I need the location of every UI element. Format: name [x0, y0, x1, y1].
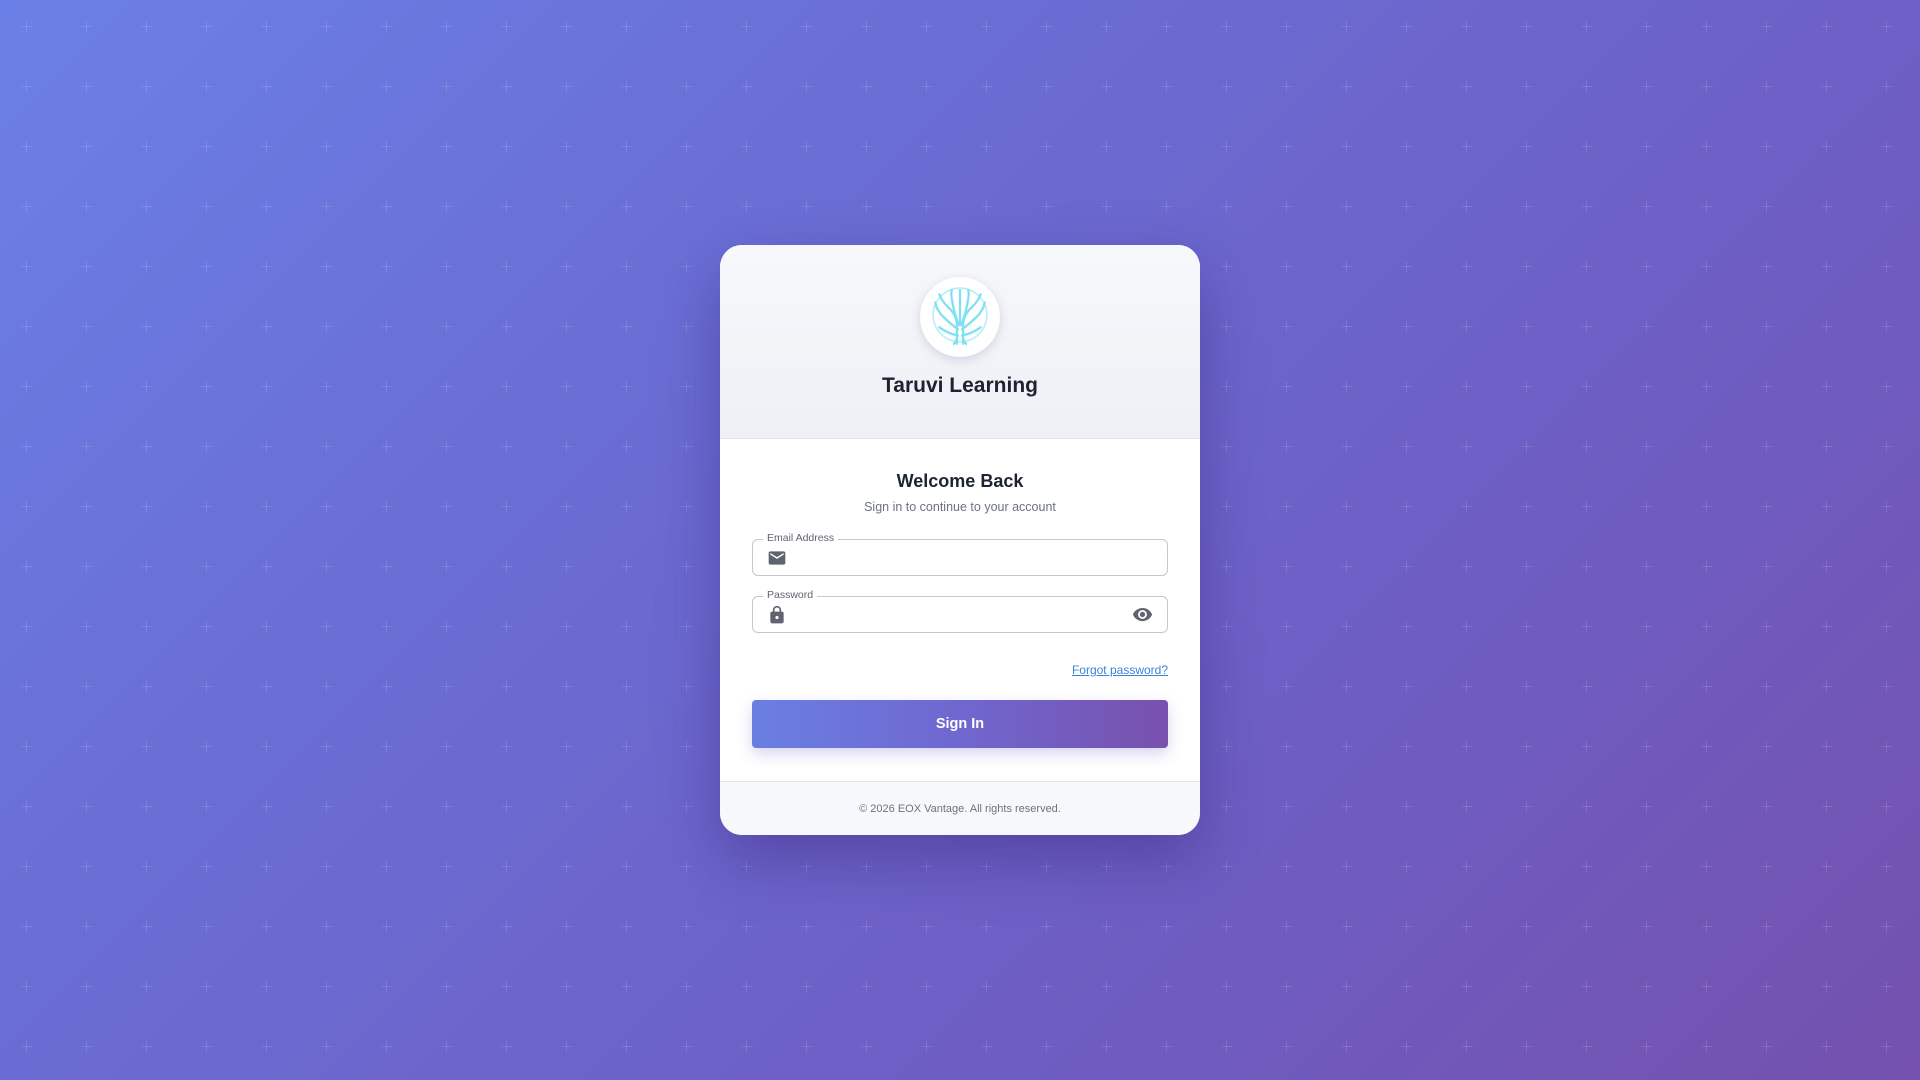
- forgot-password-link[interactable]: Forgot password?: [1072, 663, 1168, 677]
- form-title: Welcome Back: [896, 471, 1024, 491]
- card-footer: © 2026 EOX Vantage. All rights reserved.: [720, 781, 1200, 835]
- password-input[interactable]: [797, 597, 1132, 632]
- password-field[interactable]: Password: [752, 589, 1168, 633]
- tree-icon: [932, 287, 988, 345]
- copyright-text: © 2026 EOX Vantage. All rights reserved.: [859, 802, 1061, 815]
- eye-icon[interactable]: [1132, 604, 1153, 625]
- card-header: Taruvi Learning: [720, 245, 1200, 439]
- email-input[interactable]: [797, 540, 1153, 575]
- brand-name: Taruvi Learning: [882, 374, 1038, 397]
- brand-logo: [920, 277, 1000, 357]
- login-card: Taruvi Learning Welcome Back Sign in to …: [720, 245, 1200, 835]
- login-form: Welcome Back Sign in to continue to your…: [720, 439, 1200, 748]
- mail-icon: [767, 548, 787, 568]
- password-label: Password: [763, 589, 818, 601]
- email-label: Email Address: [763, 532, 839, 544]
- email-field[interactable]: Email Address: [752, 532, 1168, 576]
- forgot-row: Forgot password?: [752, 661, 1168, 677]
- form-subtitle: Sign in to continue to your account: [864, 500, 1056, 514]
- sign-in-button[interactable]: Sign In: [752, 700, 1168, 748]
- lock-icon: [767, 605, 787, 625]
